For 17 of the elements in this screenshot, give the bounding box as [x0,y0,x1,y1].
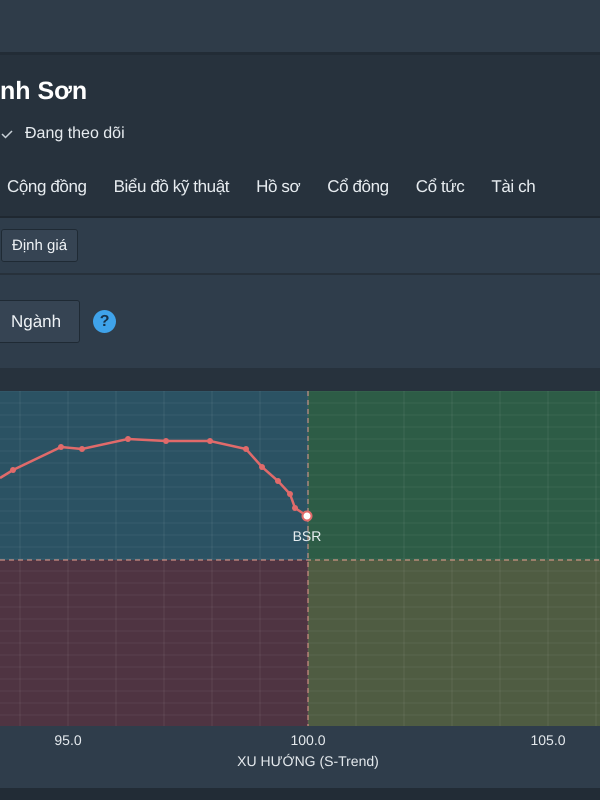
company-title: nh Sơn [0,76,88,106]
help-icon[interactable]: ? [93,310,116,333]
axis-tick-label: 100.0 [290,732,326,748]
current-point [302,510,312,522]
tab[interactable]: Cộng đồng [7,173,87,201]
axis-tick-label: 95.0 [54,732,82,748]
follow-status[interactable]: Đang theo dõi [25,125,125,143]
tab[interactable]: Hồ sơ [256,173,300,201]
axis-tick-label: 105.0 [530,732,566,748]
tab[interactable]: Tài ch [491,173,536,201]
point-label: BSR [292,528,322,544]
axis-title: XU HƯỚNG (S-Trend) [236,753,380,769]
industry-button[interactable]: Ngành [0,300,80,343]
valuation-button[interactable]: Định giá [1,229,78,262]
tab[interactable]: Cổ tức [416,173,464,201]
tab[interactable]: Cổ đông [327,173,389,201]
tab[interactable]: Biểu đồ kỹ thuật [114,173,230,201]
